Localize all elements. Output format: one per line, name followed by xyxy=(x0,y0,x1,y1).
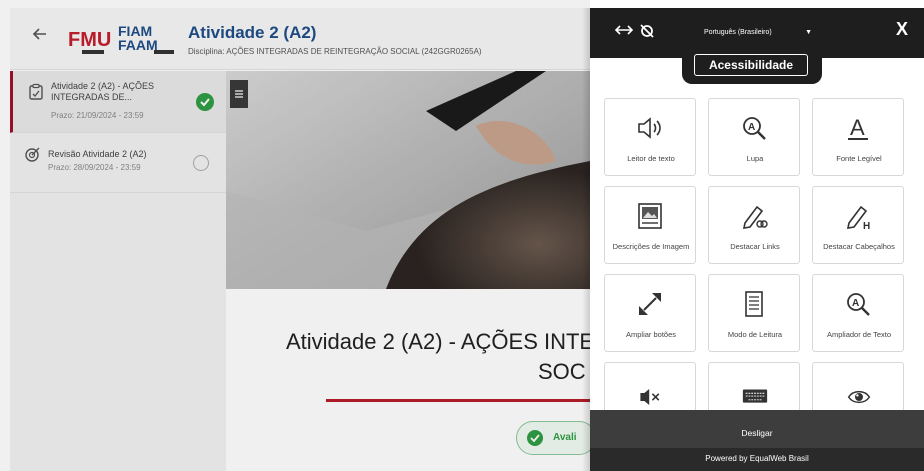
arrow-left-icon xyxy=(32,28,46,40)
powered-by-link[interactable]: Powered by EqualWeb Brasil xyxy=(590,454,924,463)
expand-icon xyxy=(639,293,661,315)
highlight-links-icon xyxy=(742,205,768,229)
card-label: Fonte Legível xyxy=(836,154,882,163)
header: FMU FIAM FAAM Atividade 2 (A2) Disciplin… xyxy=(10,8,590,70)
course-subtitle: Disciplina: AÇÕES INTEGRADAS DE REINTEGR… xyxy=(188,47,482,56)
accessibility-tab: Acessibilidade xyxy=(682,46,822,84)
image-descriptions-button[interactable]: Descrições de Imagem xyxy=(604,186,696,264)
accessibility-footer: Desligar Powered by EqualWeb Brasil xyxy=(590,410,924,471)
readable-font-button[interactable]: A Fonte Legível xyxy=(812,98,904,176)
document-icon xyxy=(745,291,763,317)
card-label: Modo de Leitura xyxy=(727,330,783,339)
disable-accessibility-button[interactable]: Desligar xyxy=(590,428,924,438)
target-icon xyxy=(25,147,40,162)
hide-eye-icon[interactable] xyxy=(638,22,656,40)
card-label: Ampliar botões xyxy=(625,330,677,339)
highlight-links-button[interactable]: Destacar Links xyxy=(708,186,800,264)
image-icon xyxy=(638,203,662,229)
page-title: Atividade 2 (A2) xyxy=(188,23,317,42)
mute-icon xyxy=(640,389,660,405)
activity-sidebar: Atividade 2 (A2) - AÇÕES INTEGRADAS DE..… xyxy=(10,71,226,471)
speaker-icon xyxy=(638,117,661,139)
magnifier-icon: A xyxy=(743,117,766,140)
sidebar-toggle-button[interactable] xyxy=(230,80,248,108)
vision-profile-button[interactable] xyxy=(812,362,904,410)
card-label: Descrições de Imagem xyxy=(612,242,690,251)
logo-fmu: FMU xyxy=(68,29,111,51)
keyboard-navigation-button[interactable] xyxy=(708,362,800,410)
svg-text:H: H xyxy=(863,221,870,231)
hero-image xyxy=(226,71,590,289)
hamburger-icon xyxy=(235,90,243,98)
activity-title-continued: SOC xyxy=(538,359,586,384)
mute-sounds-button[interactable] xyxy=(604,362,696,410)
font-icon: A xyxy=(848,115,868,140)
text-magnifier-icon: A xyxy=(847,293,870,316)
close-button[interactable]: X xyxy=(896,20,908,38)
svg-text:A: A xyxy=(852,298,859,309)
keyboard-icon xyxy=(742,389,768,403)
panel-shadow xyxy=(582,8,590,471)
sidebar-item-due: Prazo: 28/09/2024 - 23:59 xyxy=(48,163,141,172)
svg-text:A: A xyxy=(748,122,755,133)
sidebar-item-label: Atividade 2 (A2) - AÇÕES INTEGRADAS DE..… xyxy=(51,81,155,102)
text-reader-button[interactable]: Leitor de texto xyxy=(604,98,696,176)
main-content: Atividade 2 (A2) - AÇÕES INTE SOC Avali xyxy=(226,71,596,471)
sidebar-item-label: Revisão Atividade 2 (A2) xyxy=(48,149,147,159)
reading-mode-button[interactable]: Modo de Leitura xyxy=(708,274,800,352)
card-label: Leitor de texto xyxy=(627,154,675,163)
svg-text:A: A xyxy=(850,115,865,140)
check-icon xyxy=(527,430,543,446)
activity-title: Atividade 2 (A2) - AÇÕES INTE xyxy=(286,329,595,354)
accessibility-panel: Português (Brasileiro) ▼ X Acessibilidad… xyxy=(590,8,924,471)
back-button[interactable] xyxy=(32,26,48,46)
language-select[interactable]: Português (Brasileiro) ▼ xyxy=(700,25,816,41)
completed-check-icon xyxy=(196,93,214,111)
card-label: Lupa xyxy=(746,154,764,163)
language-value: Português (Brasileiro) xyxy=(704,29,772,36)
pending-circle-icon xyxy=(193,155,209,171)
highlight-headers-button[interactable]: H Destacar Cabeçalhos xyxy=(812,186,904,264)
card-label: Destacar Cabeçalhos xyxy=(823,242,895,251)
resize-arrows-icon[interactable] xyxy=(614,21,634,42)
accessibility-tab-label: Acessibilidade xyxy=(694,54,808,76)
eye-icon xyxy=(847,390,871,404)
sidebar-item-due: Prazo: 21/09/2024 - 23:59 xyxy=(51,111,144,120)
magnifier-button[interactable]: A Lupa xyxy=(708,98,800,176)
status-label: Avali xyxy=(553,432,577,443)
card-label: Ampliador de Texto xyxy=(826,330,892,339)
card-label: Destacar Links xyxy=(730,242,780,251)
text-magnifier-button[interactable]: A Ampliador de Texto xyxy=(812,274,904,352)
clipboard-icon xyxy=(29,83,43,100)
sidebar-item-activity[interactable]: Atividade 2 (A2) - AÇÕES INTEGRADAS DE..… xyxy=(10,71,226,133)
enlarge-buttons-button[interactable]: Ampliar botões xyxy=(604,274,696,352)
chevron-down-icon: ▼ xyxy=(805,29,812,36)
page: FMU FIAM FAAM Atividade 2 (A2) Disciplin… xyxy=(0,0,924,471)
logo-faam: FAAM xyxy=(118,37,158,53)
institution-logo[interactable]: FMU FIAM FAAM xyxy=(68,22,178,56)
highlight-headers-icon: H xyxy=(846,205,870,231)
title-underline xyxy=(326,399,590,402)
